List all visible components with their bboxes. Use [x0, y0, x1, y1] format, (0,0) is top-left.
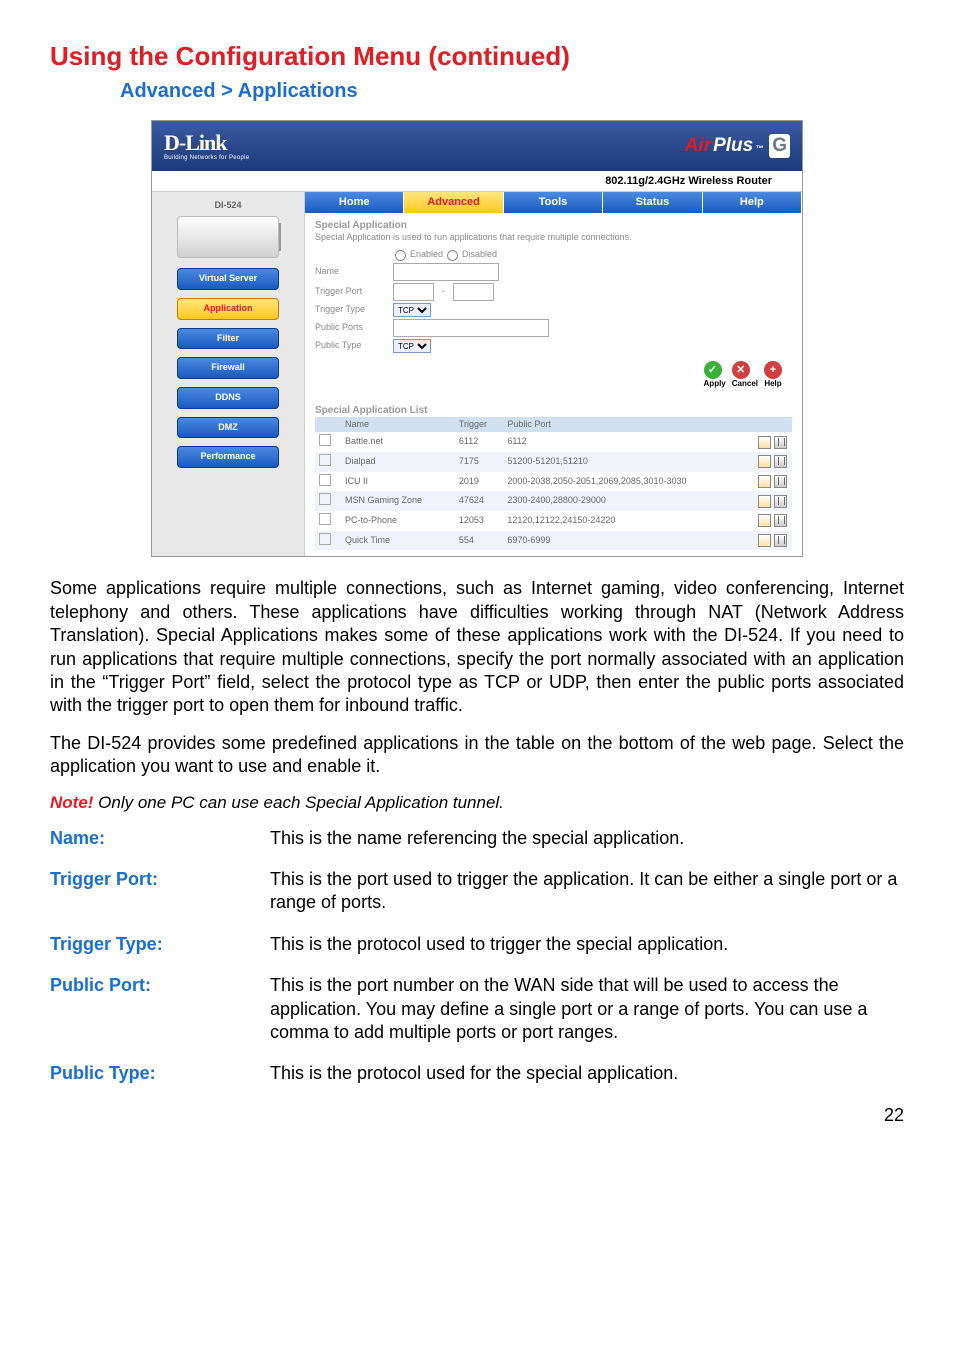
enable-disable-row: Enabled Disabled — [395, 249, 792, 261]
router-subtitle: 802.11g/2.4GHz Wireless Router — [152, 171, 802, 192]
edit-icon[interactable] — [758, 436, 771, 449]
radio-disabled[interactable] — [447, 250, 458, 261]
label-public-type: Public Type — [315, 340, 385, 352]
page-number: 22 — [50, 1104, 904, 1127]
cancel-icon[interactable]: ✕ — [732, 361, 750, 379]
delete-icon[interactable] — [774, 436, 787, 449]
tab-home[interactable]: Home — [305, 192, 404, 212]
table-row: Dialpad717551200-51201,51210 — [315, 452, 792, 472]
def-name: Name: This is the name referencing the s… — [50, 827, 904, 850]
input-trigger-port-to[interactable] — [453, 283, 494, 301]
radio-enabled[interactable] — [395, 250, 406, 261]
label-trigger-type: Trigger Type — [315, 304, 385, 316]
dlink-logo: D-Link Building Networks for People — [164, 129, 249, 163]
def-trigger-type: Trigger Type: This is the protocol used … — [50, 933, 904, 956]
nav-dmz[interactable]: DMZ — [177, 417, 279, 439]
col-public-port: Public Port — [503, 417, 754, 433]
table-row: PC-to-Phone1205312120,12122,24150-24220 — [315, 511, 792, 531]
delete-icon[interactable] — [774, 475, 787, 488]
delete-icon[interactable] — [774, 495, 787, 508]
tab-tools[interactable]: Tools — [504, 192, 603, 212]
nav-filter[interactable]: Filter — [177, 328, 279, 350]
nav-virtual-server[interactable]: Virtual Server — [177, 268, 279, 290]
input-public-ports[interactable] — [393, 319, 549, 337]
airplus-logo: AirPlus™G — [685, 134, 790, 159]
section-desc: Special Application is used to run appli… — [315, 232, 792, 244]
edit-icon[interactable] — [758, 475, 771, 488]
col-trigger: Trigger — [455, 417, 503, 433]
body-paragraph-1: Some applications require multiple conne… — [50, 577, 904, 717]
row-checkbox[interactable] — [319, 474, 331, 486]
note: Note! Only one PC can use each Special A… — [50, 792, 904, 814]
table-row: MSN Gaming Zone476242300-2400,28800-2900… — [315, 491, 792, 511]
nav-ddns[interactable]: DDNS — [177, 387, 279, 409]
def-trigger-port: Trigger Port: This is the port used to t… — [50, 868, 904, 915]
edit-icon[interactable] — [758, 455, 771, 468]
table-row: ICU II20192000-2038,2050-2051,2069,2085,… — [315, 472, 792, 492]
delete-icon[interactable] — [774, 534, 787, 547]
tab-help[interactable]: Help — [703, 192, 802, 212]
input-name[interactable] — [393, 263, 499, 281]
label-trigger-port: Trigger Port — [315, 286, 385, 298]
table-row: Battle.net61126112 — [315, 432, 792, 452]
router-main: Home Advanced Tools Status Help Special … — [305, 192, 802, 556]
help-icon[interactable]: + — [764, 361, 782, 379]
router-sidebar: DI-524 Virtual Server Application Filter… — [152, 192, 305, 556]
def-public-port: Public Port: This is the port number on … — [50, 974, 904, 1044]
tab-bar: Home Advanced Tools Status Help — [305, 192, 802, 212]
apply-icon[interactable]: ✓ — [704, 361, 722, 379]
row-checkbox[interactable] — [319, 434, 331, 446]
row-checkbox[interactable] — [319, 513, 331, 525]
delete-icon[interactable] — [774, 514, 787, 527]
def-public-type: Public Type: This is the protocol used f… — [50, 1062, 904, 1085]
app-list-table: Name Trigger Public Port Battle.net61126… — [315, 417, 792, 551]
col-name: Name — [341, 417, 455, 433]
label-name: Name — [315, 266, 385, 278]
list-title: Special Application List — [315, 404, 792, 417]
delete-icon[interactable] — [774, 455, 787, 468]
action-icons: ✓Apply ✕Cancel +Help — [315, 355, 792, 395]
input-trigger-port-from[interactable] — [393, 283, 434, 301]
row-checkbox[interactable] — [319, 533, 331, 545]
select-public-type[interactable]: TCP — [393, 339, 431, 353]
nav-application[interactable]: Application — [177, 298, 279, 320]
edit-icon[interactable] — [758, 514, 771, 527]
edit-icon[interactable] — [758, 495, 771, 508]
model-label: DI-524 — [158, 200, 298, 212]
breadcrumb: Advanced > Applications — [120, 78, 904, 104]
edit-icon[interactable] — [758, 534, 771, 547]
router-header: D-Link Building Networks for People AirP… — [152, 121, 802, 171]
nav-firewall[interactable]: Firewall — [177, 357, 279, 379]
row-checkbox[interactable] — [319, 454, 331, 466]
router-admin-screenshot: D-Link Building Networks for People AirP… — [151, 120, 803, 558]
nav-performance[interactable]: Performance — [177, 446, 279, 468]
tab-status[interactable]: Status — [603, 192, 702, 212]
device-image — [177, 216, 279, 258]
page-title: Using the Configuration Menu (continued) — [50, 40, 904, 74]
label-public-ports: Public Ports — [315, 322, 385, 334]
section-title: Special Application — [315, 219, 792, 232]
table-row: Quick Time5546970-6999 — [315, 531, 792, 551]
tab-advanced[interactable]: Advanced — [404, 192, 503, 212]
body-paragraph-2: The DI-524 provides some predefined appl… — [50, 732, 904, 779]
select-trigger-type[interactable]: TCP — [393, 303, 431, 317]
row-checkbox[interactable] — [319, 493, 331, 505]
